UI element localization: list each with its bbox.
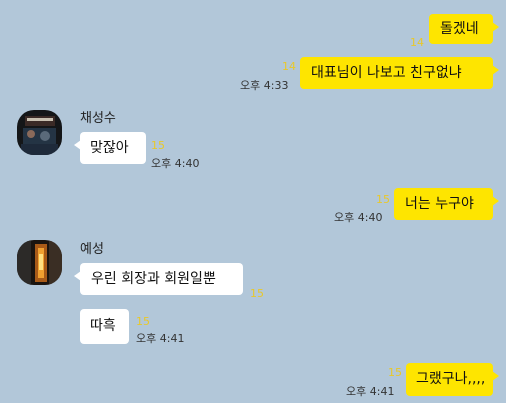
- unread-count: 15: [136, 315, 150, 328]
- message-bubble[interactable]: 대표님이 나보고 친구없냐: [300, 57, 499, 89]
- unread-count: 15: [388, 366, 402, 379]
- message-text: 그랬구나,,,,: [416, 371, 486, 387]
- message-bubble[interactable]: 맞잖아: [74, 132, 146, 164]
- message-bubble[interactable]: 그랬구나,,,,: [406, 363, 499, 396]
- message-timestamp: 오후 4:40: [151, 157, 200, 170]
- unread-count: 15: [376, 193, 390, 206]
- message-bubble[interactable]: 돌겠네: [429, 14, 499, 44]
- message-text: 돌겠네: [440, 21, 479, 37]
- message-bubble[interactable]: 따흑: [80, 309, 129, 344]
- unread-count: 14: [410, 36, 424, 49]
- profile-photo-icon: [17, 110, 62, 155]
- message-timestamp: 오후 4:41: [136, 332, 185, 345]
- avatar[interactable]: [17, 110, 62, 155]
- message-text: 맞잖아: [90, 140, 129, 156]
- message-bubble[interactable]: 우린 회장과 회원일뿐: [74, 263, 243, 295]
- message-text: 대표님이 나보고 친구없냐: [311, 65, 462, 81]
- message-bubble[interactable]: 너는 누구야: [394, 188, 499, 220]
- sender-name: 예성: [80, 242, 104, 257]
- message-text: 너는 누구야: [405, 196, 474, 212]
- unread-count: 14: [282, 60, 296, 73]
- avatar[interactable]: [17, 240, 62, 285]
- message-timestamp: 오후 4:40: [334, 211, 383, 224]
- message-text: 우린 회장과 회원일뿐: [91, 271, 216, 287]
- message-timestamp: 오후 4:41: [346, 385, 395, 398]
- message-text: 따흑: [90, 318, 116, 334]
- sender-name: 채성수: [80, 111, 116, 126]
- message-timestamp: 오후 4:33: [240, 79, 289, 92]
- profile-photo-icon: [17, 240, 62, 285]
- unread-count: 15: [151, 139, 165, 152]
- unread-count: 15: [250, 287, 264, 300]
